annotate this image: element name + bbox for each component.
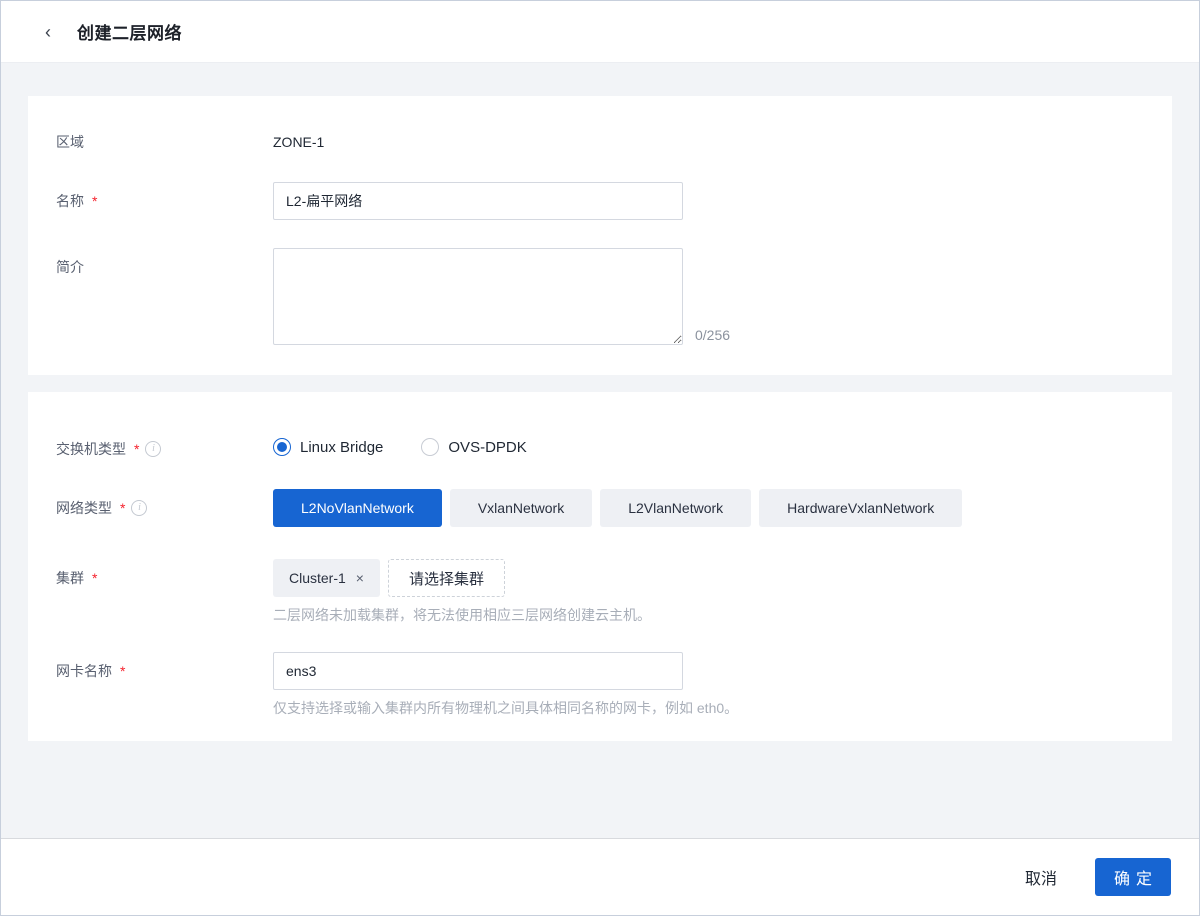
switch-type-label: 交换机类型 * i xyxy=(56,430,273,459)
page-header: ‹ 创建二层网络 xyxy=(1,1,1199,63)
description-label: 简介 xyxy=(56,248,273,277)
network-type-label-text: 网络类型 xyxy=(56,500,112,516)
confirm-button[interactable]: 确定 xyxy=(1095,858,1171,896)
cluster-row: 集群 * Cluster-1 × 请选择集群 二层网络未加载集群，将无法使用相应三… xyxy=(28,559,1172,624)
radio-linux-bridge[interactable]: Linux Bridge xyxy=(273,438,383,456)
zone-label: 区域 xyxy=(56,132,273,152)
name-input[interactable] xyxy=(273,182,683,220)
remove-cluster-icon[interactable]: × xyxy=(356,571,364,585)
radio-unselected-icon[interactable] xyxy=(421,438,440,456)
network-type-l2novlan-button[interactable]: L2NoVlanNetwork xyxy=(273,489,442,527)
back-icon[interactable]: ‹ xyxy=(43,19,53,45)
name-label: 名称 * xyxy=(56,182,273,211)
required-asterisk: * xyxy=(120,500,126,516)
network-type-vxlan-button[interactable]: VxlanNetwork xyxy=(449,489,593,527)
zone-label-text: 区域 xyxy=(56,134,84,150)
info-icon[interactable]: i xyxy=(131,500,148,516)
create-l2-network-page: ‹ 创建二层网络 区域 ZONE-1 名称 * L2-扁平网络 简介 0/256… xyxy=(0,0,1200,916)
cancel-button[interactable]: 取消 xyxy=(1023,859,1059,895)
network-type-label: 网络类型 * i xyxy=(56,489,273,518)
footer-bar: 取消 确定 xyxy=(1,838,1199,915)
char-counter: 0/256 xyxy=(695,327,731,343)
radio-selected-icon[interactable] xyxy=(273,438,291,456)
required-asterisk: * xyxy=(120,663,126,679)
network-type-row: 网络类型 * i L2NoVlanNetwork VxlanNetwork L2V… xyxy=(28,489,1172,527)
radio-linux-bridge-label: Linux Bridge xyxy=(300,438,384,456)
page-title: 创建二层网络 xyxy=(77,24,182,43)
info-icon[interactable]: i xyxy=(145,441,162,457)
cluster-label-text: 集群 xyxy=(56,570,84,586)
description-row: 简介 0/256 xyxy=(28,248,1172,345)
name-row: 名称 * xyxy=(28,182,1172,220)
required-asterisk: * xyxy=(134,441,140,457)
description-label-text: 简介 xyxy=(56,259,84,275)
description-textarea[interactable] xyxy=(273,248,683,345)
switch-type-label-text: 交换机类型 xyxy=(56,441,126,457)
name-label-text: 名称 xyxy=(56,193,84,209)
nic-name-hint: 仅支持选择或输入集群内所有物理机之间具体相同名称的网卡，例如 eth0。 xyxy=(273,700,739,716)
network-type-l2vlan-button[interactable]: L2VlanNetwork xyxy=(600,489,752,527)
cluster-hint: 二层网络未加载集群，将无法使用相应三层网络创建云主机。 xyxy=(273,607,651,623)
nic-name-row: 网卡名称 * 仅支持选择或输入集群内所有物理机之间具体相同名称的网卡，例如 eth… xyxy=(28,652,1172,717)
radio-ovs-dpdk[interactable]: OVS-DPDK xyxy=(421,438,527,456)
nic-name-input[interactable] xyxy=(273,652,683,690)
required-asterisk: * xyxy=(92,570,98,586)
switch-type-row: 交换机类型 * i Linux Bridge OVS-DPDK xyxy=(28,430,1172,459)
select-cluster-button[interactable]: 请选择集群 xyxy=(387,559,505,597)
form-content: 区域 ZONE-1 名称* 简介 0 xyxy=(1,63,1199,838)
zone-row: 区域 ZONE-1 xyxy=(28,132,1172,152)
nic-name-label: 网卡名称 * xyxy=(56,652,273,681)
cluster-label: 集群 * xyxy=(56,559,273,588)
basic-info-card: 区域 ZONE-1 名称* 简介 0 xyxy=(28,96,1172,375)
cluster-tag-label: Cluster-1 xyxy=(289,570,346,586)
required-asterisk: * xyxy=(92,193,98,209)
radio-ovs-dpdk-label: OVS-DPDK xyxy=(448,438,527,456)
nic-name-label-text: 网卡名称 xyxy=(56,663,112,679)
network-type-hardwarevxlan-button[interactable]: HardwareVxlanNetwork xyxy=(759,489,963,527)
zone-value: ZONE-1 xyxy=(273,134,325,150)
network-config-card: 交换机类型 * i Linux Bridge OVS-DPDK 网络类型 * i… xyxy=(28,392,1172,741)
cluster-tag: Cluster-1 × xyxy=(273,559,380,597)
